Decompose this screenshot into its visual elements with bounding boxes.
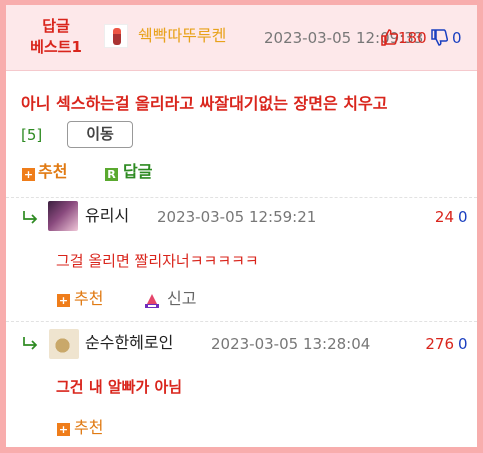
- recommend-icon: +: [57, 423, 70, 436]
- best-reply-header: 답글 베스트1 쉑빡따뚜루켄 2023-03-05 12:09:33 180 0: [6, 5, 477, 71]
- upvote-count: 180: [398, 29, 427, 47]
- reply-text: 그걸 올리면 짤리자너ㅋㅋㅋㅋㅋ: [56, 252, 259, 270]
- reply-avatar[interactable]: [49, 329, 79, 359]
- reply-text: 그건 내 알빠가 아님: [56, 378, 183, 396]
- move-button[interactable]: 이동: [67, 121, 133, 148]
- reply-downvote-count: 0: [458, 335, 468, 353]
- recommend-icon: +: [22, 168, 35, 181]
- author-avatar[interactable]: [104, 24, 128, 48]
- recommend-button[interactable]: 추천: [38, 161, 67, 183]
- reply-arrow-icon: [23, 211, 38, 224]
- comment-card: 답글 베스트1 쉑빡따뚜루켄 2023-03-05 12:09:33 180 0…: [0, 0, 483, 453]
- badge-line-1: 답글: [42, 17, 70, 35]
- reply-avatar[interactable]: [48, 201, 78, 231]
- downvote-count: 0: [452, 29, 462, 47]
- thumbs-up-icon[interactable]: [380, 29, 398, 46]
- best-reply-badge: 답글 베스트1: [16, 16, 96, 58]
- reply-date: 2023-03-05 12:59:21: [157, 208, 317, 226]
- divider: [6, 197, 477, 198]
- reply-button[interactable]: 답글: [123, 161, 152, 183]
- reply-count: [5]: [21, 126, 43, 144]
- reply-recommend-button[interactable]: 추천: [74, 417, 103, 439]
- reply-author[interactable]: 순수한헤로인: [85, 331, 173, 355]
- report-button[interactable]: 신고: [167, 288, 196, 310]
- reply-date: 2023-03-05 13:28:04: [211, 335, 371, 353]
- divider: [6, 321, 477, 322]
- badge-line-2: 베스트1: [30, 38, 82, 56]
- reply-upvote-count: 24: [434, 208, 454, 226]
- reply-upvote-count: 276: [425, 335, 454, 353]
- comment-text: 아니 섹스하는걸 올리라고 싸잘대기없는 장면은 치우고: [21, 94, 388, 113]
- reply-arrow-icon: [23, 337, 38, 350]
- reply-downvote-count: 0: [458, 208, 468, 226]
- thumbs-down-icon[interactable]: [430, 29, 448, 46]
- recommend-icon: +: [57, 294, 70, 307]
- reply-author[interactable]: 유리시: [85, 204, 129, 228]
- reply-icon: R: [105, 168, 118, 181]
- author-name[interactable]: 쉑빡따뚜루켄: [138, 23, 226, 49]
- report-icon: [145, 294, 159, 308]
- reply-recommend-button[interactable]: 추천: [74, 288, 103, 310]
